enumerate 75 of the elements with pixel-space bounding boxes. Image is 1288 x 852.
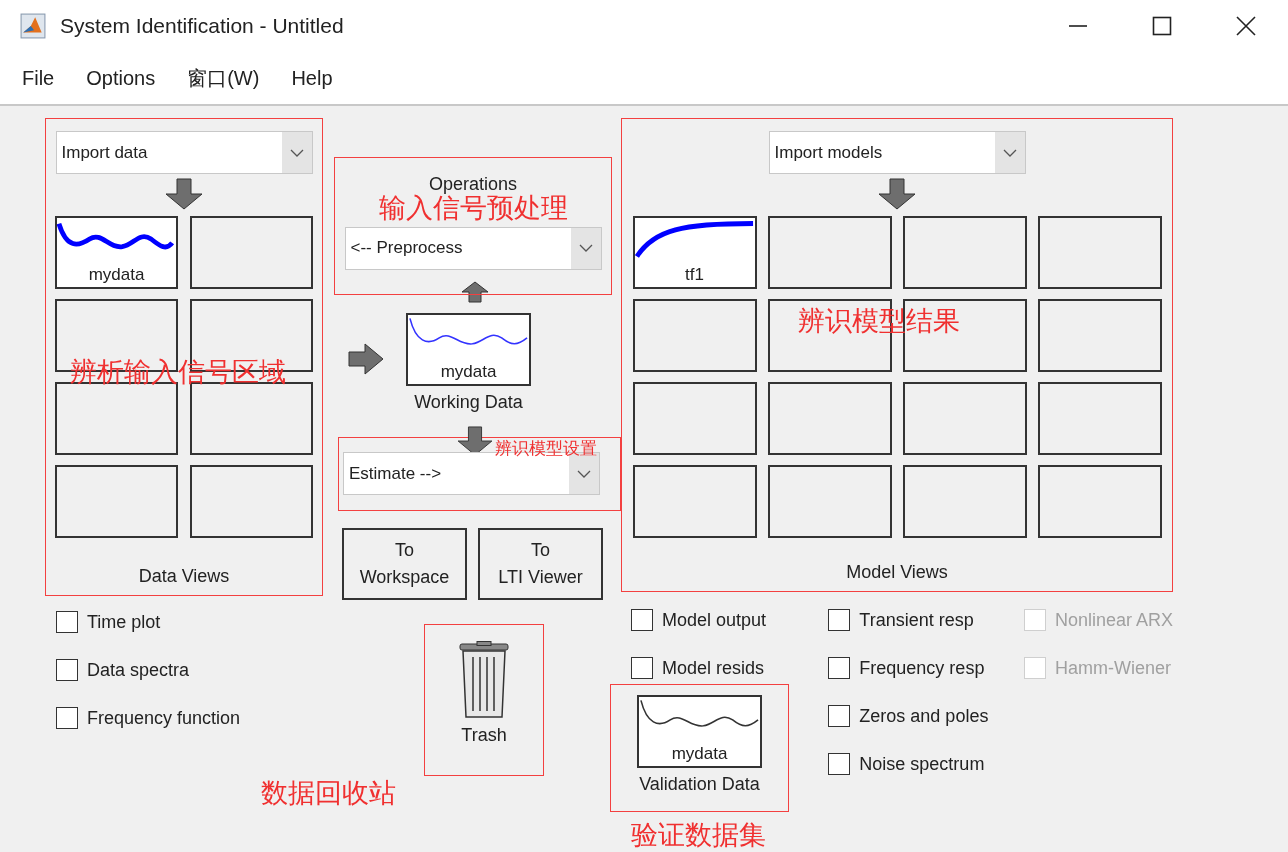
menu-item[interactable]: Options <box>72 62 170 94</box>
checkbox[interactable] <box>56 659 78 681</box>
menu-item[interactable]: 窗口(W) <box>173 60 274 96</box>
empty-tile[interactable] <box>632 465 757 538</box>
section-label: Operations <box>428 174 518 194</box>
checkbox-label: Frequency function <box>87 707 241 729</box>
checkbox[interactable] <box>828 609 851 632</box>
panel-label: Data Views <box>138 566 230 587</box>
empty-tile[interactable] <box>1037 299 1162 372</box>
panel-label: Model Views <box>846 562 948 584</box>
annotation-text: 数据回收站 <box>261 776 396 810</box>
empty-tile[interactable] <box>190 465 313 538</box>
app-icon <box>20 13 46 39</box>
maximize-icon <box>1152 16 1172 36</box>
checkbox-label: Nonlinear ARX <box>1054 609 1173 631</box>
window-title: System Identification - Untitled <box>60 14 344 38</box>
tile-label: mydata <box>87 265 146 285</box>
empty-tile[interactable] <box>767 216 892 289</box>
export-button[interactable]: To Workspace <box>342 528 467 600</box>
working-data-label: Working Data <box>414 392 523 413</box>
empty-tile[interactable] <box>902 382 1027 455</box>
checkbox[interactable] <box>56 611 78 633</box>
chevron-down-icon <box>1002 148 1017 157</box>
data-tile[interactable]: mydata <box>637 695 762 769</box>
checkbox[interactable] <box>631 657 653 680</box>
checkbox[interactable] <box>828 705 851 728</box>
checkbox-label: Model resids <box>662 657 765 679</box>
import-data-dropdown[interactable]: Import data <box>55 131 313 174</box>
tile-label: mydata <box>439 362 498 382</box>
empty-tile[interactable] <box>767 382 892 455</box>
checkbox-label: Model output <box>662 609 767 631</box>
empty-tile[interactable] <box>632 299 757 372</box>
menu-item[interactable]: Help <box>277 62 347 94</box>
checkbox-label: Zeros and poles <box>859 705 989 727</box>
down-arrow-icon <box>164 178 204 210</box>
tile-label: tf1 <box>684 265 705 285</box>
checkbox[interactable] <box>828 753 851 776</box>
checkbox-label: Noise spectrum <box>859 753 985 775</box>
empty-tile[interactable] <box>55 465 178 538</box>
trash-icon[interactable] <box>457 641 511 719</box>
empty-tile[interactable] <box>902 216 1027 289</box>
data-tile[interactable]: mydata <box>55 216 178 289</box>
checkbox-label: Data spectra <box>87 659 190 681</box>
checkbox-label: Transient resp <box>859 609 974 631</box>
tile-label: mydata <box>670 744 729 765</box>
close-icon <box>1236 16 1256 36</box>
empty-tile[interactable] <box>1037 465 1162 538</box>
checkbox-label: Time plot <box>87 611 161 633</box>
chevron-down-icon <box>289 148 304 157</box>
empty-tile[interactable] <box>767 465 892 538</box>
down-arrow-icon <box>877 178 917 210</box>
trash-label: Trash <box>461 725 507 746</box>
checkbox-label: Frequency resp <box>859 657 985 679</box>
checkbox[interactable] <box>828 657 851 680</box>
chevron-down-icon <box>578 244 593 253</box>
checkbox[interactable] <box>631 609 653 632</box>
minimize-icon <box>1068 25 1088 27</box>
empty-tile[interactable] <box>190 216 313 289</box>
empty-tile[interactable] <box>1037 216 1162 289</box>
annotation-text: 验证数据集 <box>631 818 767 852</box>
data-tile[interactable]: mydata <box>406 313 531 386</box>
chevron-down-icon <box>577 469 591 478</box>
export-button[interactable]: To LTI Viewer <box>478 528 603 600</box>
import-models-dropdown[interactable]: Import models <box>768 131 1026 174</box>
empty-tile[interactable] <box>902 465 1027 538</box>
checkbox-label: Hamm-Wiener <box>1054 657 1171 679</box>
menu-item[interactable]: File <box>8 62 69 94</box>
up-arrow-icon <box>460 281 490 303</box>
validation-data-label: Validation Data <box>639 774 760 796</box>
empty-tile[interactable] <box>632 382 757 455</box>
preprocess-dropdown[interactable]: <-- Preprocess <box>344 226 602 270</box>
empty-tile[interactable] <box>1037 382 1162 455</box>
model-tile[interactable]: tf1 <box>632 216 757 289</box>
right-arrow-icon <box>348 343 384 375</box>
checkbox[interactable] <box>56 707 78 729</box>
